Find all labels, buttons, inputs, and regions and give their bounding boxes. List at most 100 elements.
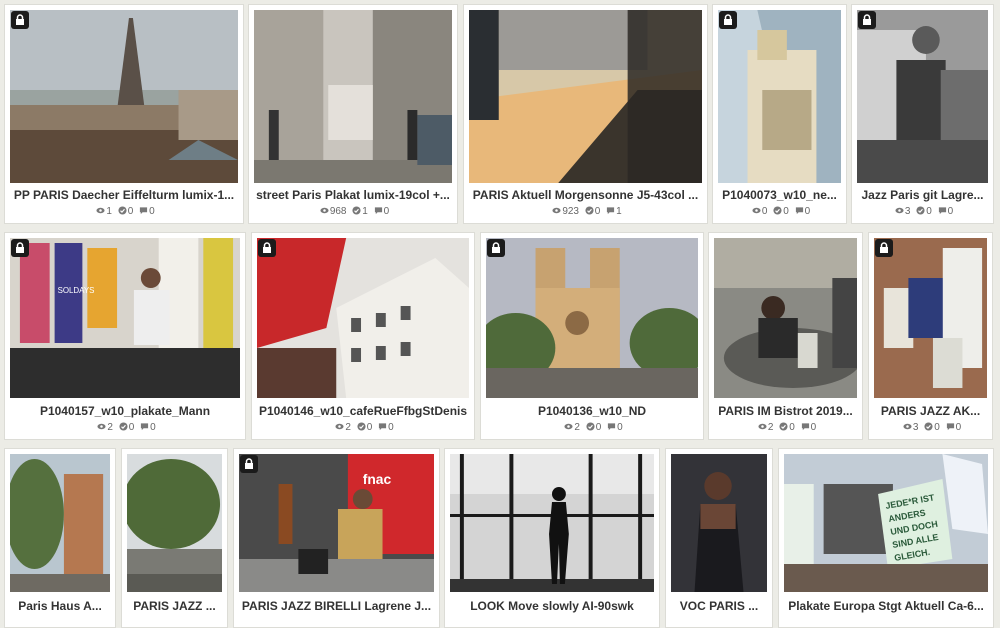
check-circle-icon xyxy=(352,206,361,215)
lock-icon xyxy=(11,239,29,257)
photo-card[interactable]: LOOK Move slowly AI-90swk xyxy=(444,448,660,628)
views-count: 2 xyxy=(107,422,113,433)
comment-icon xyxy=(801,423,809,431)
views-count: 1 xyxy=(106,206,112,217)
check-circle-icon xyxy=(924,422,933,431)
photo-card[interactable]: street Paris Plakat lumix-19col +... 968… xyxy=(248,4,458,224)
eye-icon xyxy=(752,207,761,214)
check-circle-icon xyxy=(586,422,595,431)
eye-icon xyxy=(758,423,767,430)
photo-thumbnail[interactable] xyxy=(718,10,841,183)
views-count: 968 xyxy=(329,206,347,217)
photo-title[interactable]: street Paris Plakat lumix-19col +... xyxy=(253,188,453,202)
photo-title[interactable]: P1040073_w10_ne... xyxy=(717,188,842,202)
photo-title[interactable]: Plakate Europa Stgt Aktuell Ca-6... xyxy=(783,599,989,613)
eye-icon xyxy=(96,207,105,214)
likes-count: 0 xyxy=(595,422,602,433)
comment-icon xyxy=(378,423,387,431)
photo-title[interactable]: PARIS JAZZ ... xyxy=(126,599,223,613)
photo-title[interactable]: PARIS JAZZ AK... xyxy=(873,404,988,418)
photo-card[interactable]: PARIS IM Bistrot 2019... 2 0 0 xyxy=(708,232,863,440)
photo-thumbnail[interactable] xyxy=(257,238,469,398)
eye-icon xyxy=(895,207,904,214)
photo-thumbnail[interactable] xyxy=(874,238,987,398)
photo-card[interactable]: JEDE*R IST ANDERS UND DOCH SIND ALLE GLE… xyxy=(778,448,994,628)
comments-count: 0 xyxy=(617,422,623,433)
photo-card[interactable]: VOC PARIS ... xyxy=(665,448,773,628)
photo-stats: 2 0 0 xyxy=(5,422,245,433)
lock-icon xyxy=(487,239,505,257)
photo-title[interactable]: P1040146_w10_cafeRueFfbgStDenis xyxy=(256,404,470,418)
photo-thumbnail[interactable] xyxy=(857,10,988,183)
views-count: 2 xyxy=(767,422,774,433)
comment-icon xyxy=(938,207,946,215)
views-count: 0 xyxy=(761,206,768,217)
check-circle-icon xyxy=(916,206,925,215)
photo-thumbnail[interactable] xyxy=(714,238,857,398)
photo-title[interactable]: Paris Haus A... xyxy=(9,599,111,613)
photo-thumbnail[interactable]: SOLDAYS xyxy=(10,238,240,398)
lock-icon xyxy=(858,11,876,29)
comments-count: 1 xyxy=(616,206,622,217)
likes-count: 0 xyxy=(789,422,795,433)
check-circle-icon xyxy=(585,206,594,215)
comments-count: 0 xyxy=(947,206,954,217)
comment-icon xyxy=(139,207,148,215)
comments-count: 0 xyxy=(383,206,390,217)
comment-icon xyxy=(607,423,616,431)
photo-thumbnail[interactable] xyxy=(469,10,702,183)
photo-card[interactable]: P1040136_w10_ND 2 0 0 xyxy=(480,232,704,440)
photo-thumbnail[interactable] xyxy=(10,10,238,183)
photo-title[interactable]: VOC PARIS ... xyxy=(670,599,768,613)
photo-card[interactable]: Paris Haus A... xyxy=(4,448,116,628)
photo-card[interactable]: fnac PARIS JAZZ BIRELLI Lagrene J... xyxy=(233,448,440,628)
photo-title[interactable]: P1040136_w10_ND xyxy=(485,404,699,418)
eye-icon xyxy=(335,423,344,430)
comments-count: 0 xyxy=(388,422,394,433)
check-circle-icon xyxy=(773,206,782,215)
photo-thumbnail[interactable]: JEDE*R IST ANDERS UND DOCH SIND ALLE GLE… xyxy=(784,454,988,592)
views-count: 923 xyxy=(562,206,579,217)
views-count: 2 xyxy=(345,422,351,433)
photo-card[interactable]: PARIS JAZZ AK... 3 0 0 xyxy=(868,232,993,440)
likes-count: 1 xyxy=(362,206,368,217)
photo-stats: 968 1 0 xyxy=(249,206,457,217)
photo-stats: 923 0 1 xyxy=(464,206,707,217)
photo-title[interactable]: PARIS IM Bistrot 2019... xyxy=(713,404,858,418)
photo-thumbnail[interactable] xyxy=(127,454,222,592)
photo-card[interactable]: PARIS JAZZ ... xyxy=(121,448,228,628)
photo-title[interactable]: Jazz Paris git Lagre... xyxy=(856,188,989,202)
likes-count: 0 xyxy=(128,422,135,433)
photo-title[interactable]: LOOK Move slowly AI-90swk xyxy=(449,599,655,613)
photo-card[interactable]: PARIS Aktuell Morgensonne J5-43col ... 9… xyxy=(463,4,708,224)
eye-icon xyxy=(97,423,106,430)
photo-title[interactable]: P1040157_w10_plakate_Mann xyxy=(9,404,241,418)
photo-title[interactable]: PARIS Aktuell Morgensonne J5-43col ... xyxy=(468,188,703,202)
shop-sign-text: fnac xyxy=(363,471,392,487)
views-count: 3 xyxy=(912,422,919,433)
photo-card[interactable]: PP PARIS Daecher Eiffelturm lumix-1... 1… xyxy=(4,4,244,224)
photo-thumbnail[interactable] xyxy=(10,454,110,592)
comments-count: 0 xyxy=(955,422,962,433)
photo-thumbnail[interactable] xyxy=(254,10,452,183)
photo-title[interactable]: PARIS JAZZ BIRELLI Lagrene J... xyxy=(238,599,435,613)
photo-card[interactable]: P1040073_w10_ne... 0 0 0 xyxy=(712,4,847,224)
photo-stats: 3 0 0 xyxy=(852,206,993,217)
eye-icon xyxy=(552,207,561,214)
photo-card[interactable]: SOLDAYS P1040157_w10_plakate_Mann 2 0 0 xyxy=(4,232,246,440)
lock-icon xyxy=(719,11,737,29)
photo-thumbnail[interactable] xyxy=(671,454,767,592)
photo-title[interactable]: PP PARIS Daecher Eiffelturm lumix-1... xyxy=(9,188,239,202)
photo-stats: 1 0 0 xyxy=(5,206,243,217)
photo-card[interactable]: P1040146_w10_cafeRueFfbgStDenis 2 0 0 xyxy=(251,232,475,440)
photo-stats: 2 0 0 xyxy=(481,422,703,433)
comments-count: 0 xyxy=(150,422,156,433)
photo-thumbnail[interactable] xyxy=(450,454,654,592)
comment-icon xyxy=(795,207,803,215)
eye-icon xyxy=(564,423,573,430)
photo-thumbnail[interactable] xyxy=(486,238,698,398)
photo-card[interactable]: Jazz Paris git Lagre... 3 0 0 xyxy=(851,4,994,224)
photo-thumbnail[interactable]: fnac xyxy=(239,454,434,592)
comments-count: 0 xyxy=(804,206,811,217)
check-circle-icon xyxy=(357,422,366,431)
